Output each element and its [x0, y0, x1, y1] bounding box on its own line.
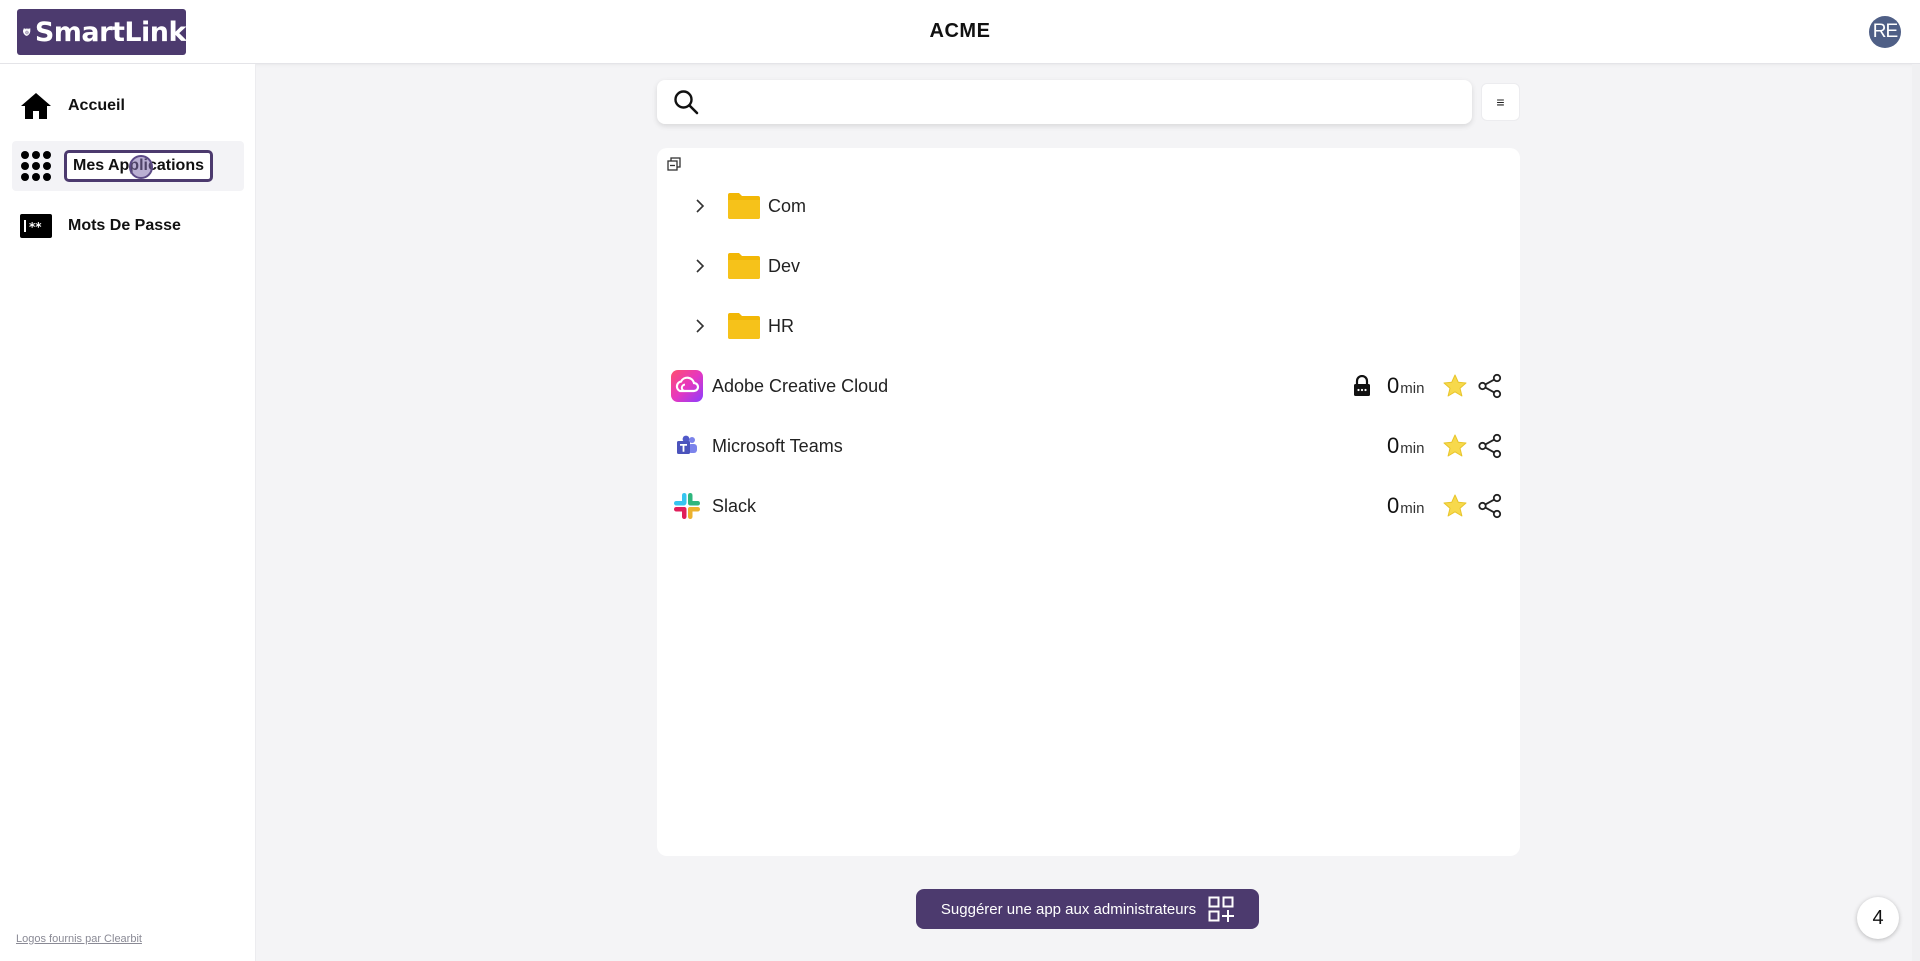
- home-icon: [20, 90, 52, 122]
- usage-time-value: 0: [1387, 373, 1400, 398]
- search-input[interactable]: [711, 87, 1451, 117]
- usage-time: 0 min: [1387, 373, 1424, 399]
- search-icon: [674, 90, 699, 115]
- brand-name: SmartLink: [34, 16, 187, 48]
- folder-row-dev[interactable]: Dev: [657, 236, 1520, 296]
- applications-panel: Com Dev HR Adobe Creative Cloud 0 min Mi…: [657, 148, 1520, 856]
- password-icon: **: [20, 210, 52, 242]
- organization-title: ACME: [929, 20, 991, 42]
- usage-time-unit: min: [1400, 500, 1425, 517]
- sidebar-item-label: Mots De Passe: [68, 217, 181, 234]
- suggest-app-label: Suggérer une app aux administrateurs: [940, 900, 1197, 918]
- sidebar-item-label: Accueil: [68, 97, 125, 114]
- app-row-adobe-creative-cloud[interactable]: Adobe Creative Cloud 0 min: [657, 356, 1520, 416]
- svg-text:**: **: [29, 220, 42, 234]
- smartlink-logo[interactable]: SmartLink: [17, 9, 187, 55]
- share-icon[interactable]: [1477, 373, 1503, 399]
- slack-logo-icon: [674, 493, 700, 519]
- favorite-star-icon[interactable]: [1442, 373, 1468, 399]
- add-app-grid-icon: [1208, 896, 1235, 922]
- view-menu-button[interactable]: ≡: [1481, 83, 1520, 121]
- sidebar-item-mots-de-passe[interactable]: ** Mots De Passe: [12, 201, 244, 251]
- folder-label: Dev: [768, 255, 801, 276]
- app-row-slack[interactable]: Slack 0 min: [657, 476, 1520, 536]
- chevron-right-icon[interactable]: [693, 199, 707, 213]
- mouse-cursor-indicator: [129, 155, 153, 179]
- app-label: Slack: [712, 495, 757, 516]
- usage-time: 0 min: [1387, 493, 1424, 519]
- usage-time-unit: min: [1400, 380, 1425, 397]
- shield-logo-icon: [23, 28, 31, 36]
- app-label: Microsoft Teams: [712, 435, 843, 456]
- favorite-star-icon[interactable]: [1442, 493, 1468, 519]
- usage-time-unit: min: [1400, 440, 1425, 457]
- top-header: SmartLink ACME RE: [0, 0, 1920, 64]
- sidebar-item-accueil[interactable]: Accueil: [12, 81, 244, 131]
- sidebar: Accueil Mes Applications ** Mots De Pass…: [0, 64, 256, 961]
- user-avatar[interactable]: RE: [1869, 16, 1901, 48]
- microsoft-teams-logo-icon: [677, 435, 697, 454]
- favorite-star-icon[interactable]: [1442, 433, 1468, 459]
- folder-row-com[interactable]: Com: [657, 176, 1520, 236]
- lock-icon: [1354, 375, 1370, 396]
- notification-badge[interactable]: 4: [1857, 897, 1899, 939]
- collapse-all-icon[interactable]: [667, 157, 681, 171]
- folder-icon: [728, 193, 760, 219]
- grid-dots-icon: [20, 150, 52, 182]
- sidebar-item-mes-applications[interactable]: Mes Applications: [12, 141, 244, 191]
- share-icon[interactable]: [1477, 433, 1503, 459]
- folder-label: HR: [768, 315, 794, 336]
- app-row-microsoft-teams[interactable]: Microsoft Teams 0 min: [657, 416, 1520, 476]
- clearbit-attribution-link[interactable]: Logos fournis par Clearbit: [16, 933, 142, 945]
- app-label: Adobe Creative Cloud: [712, 375, 889, 396]
- suggest-app-button[interactable]: Suggérer une app aux administrateurs: [916, 889, 1259, 929]
- folder-icon: [728, 253, 760, 279]
- chevron-right-icon[interactable]: [693, 259, 707, 273]
- folder-label: Com: [768, 195, 807, 216]
- share-icon[interactable]: [1477, 493, 1503, 519]
- usage-time-value: 0: [1387, 493, 1400, 518]
- search-bar[interactable]: [657, 80, 1472, 124]
- adobe-creative-cloud-logo-icon: [671, 370, 703, 402]
- folder-icon: [728, 313, 760, 339]
- chevron-right-icon[interactable]: [693, 319, 707, 333]
- scrollbar-track[interactable]: [1912, 64, 1920, 961]
- folder-row-hr[interactable]: HR: [657, 296, 1520, 356]
- usage-time: 0 min: [1387, 433, 1424, 459]
- usage-time-value: 0: [1387, 433, 1400, 458]
